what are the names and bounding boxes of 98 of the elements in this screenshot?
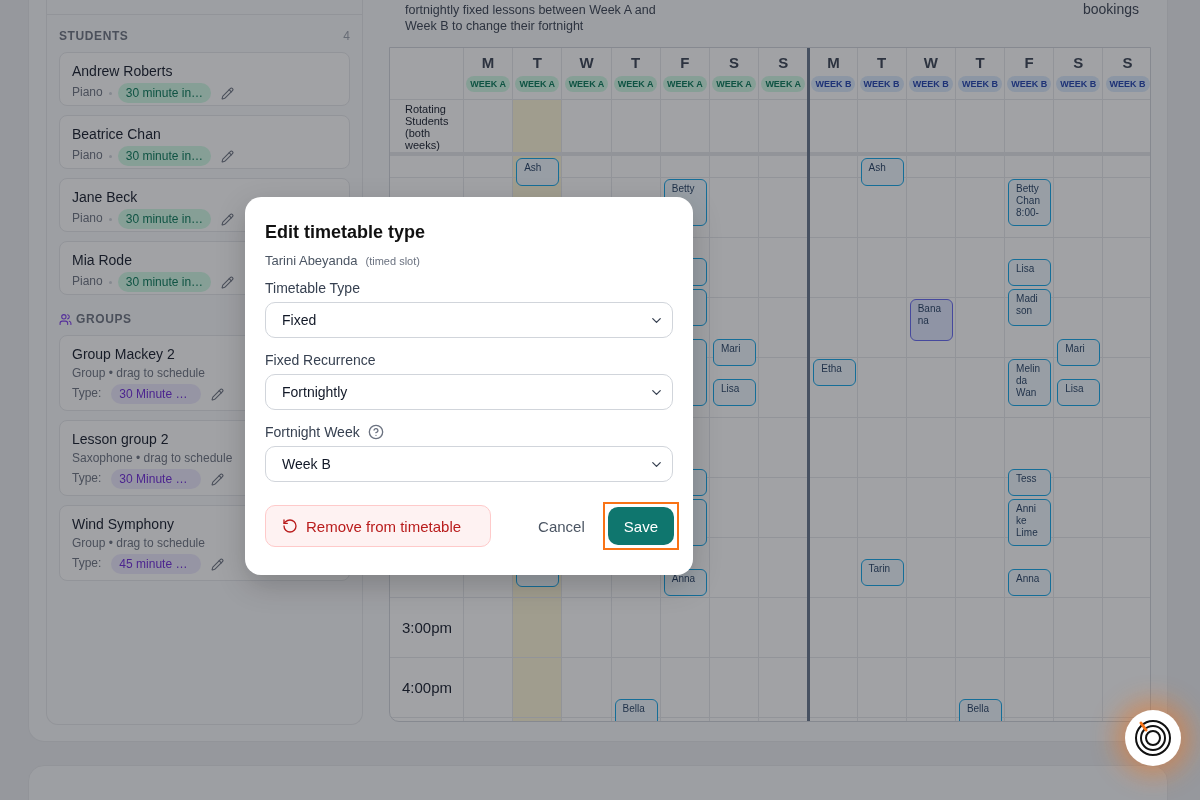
day-letter: T bbox=[532, 54, 542, 72]
week-badge: WEEK A bbox=[564, 76, 609, 92]
type-label: Type: bbox=[72, 470, 102, 487]
lesson-event[interactable]: Tess bbox=[1008, 469, 1052, 496]
lesson-event[interactable]: Ash bbox=[516, 158, 560, 186]
week-badge: WEEK A bbox=[515, 76, 560, 92]
day-letter: W bbox=[923, 54, 938, 72]
week-badge: WEEK B bbox=[908, 76, 953, 92]
week-badge: WEEK A bbox=[761, 76, 806, 92]
undo-icon bbox=[282, 518, 298, 534]
day-letter: M bbox=[827, 54, 840, 72]
lesson-event[interactable]: Bella bbox=[614, 699, 658, 721]
day-letter: S bbox=[1122, 54, 1133, 72]
week-badge: WEEK A bbox=[466, 76, 510, 92]
edit-icon[interactable] bbox=[221, 149, 235, 163]
lesson-event[interactable]: Lisa bbox=[1057, 379, 1101, 406]
lesson-type-pill: 30 minute in… bbox=[117, 209, 212, 229]
cancel-button[interactable]: Cancel bbox=[538, 517, 585, 535]
edit-icon[interactable] bbox=[211, 557, 225, 571]
week-badge: WEEK A bbox=[663, 76, 707, 92]
week-badge: WEEK A bbox=[613, 76, 658, 92]
week-badge: WEEK B bbox=[811, 76, 856, 92]
users-icon bbox=[59, 312, 72, 326]
week-badge: WEEK B bbox=[1056, 76, 1101, 92]
lesson-event[interactable]: Melin da Wan bbox=[1008, 359, 1052, 406]
lesson-type-pill: 45 minute … bbox=[111, 554, 202, 574]
lesson-event[interactable]: Betty Chan 8:00- bbox=[1008, 179, 1052, 226]
instrument-text: Piano bbox=[72, 273, 103, 290]
day-letter: F bbox=[680, 54, 690, 72]
group-subtitle: Group • drag to schedule bbox=[72, 366, 205, 380]
edit-icon[interactable] bbox=[221, 275, 235, 289]
week-badge: WEEK A bbox=[712, 76, 756, 92]
day-letter: S bbox=[729, 54, 740, 72]
save-button[interactable]: Save bbox=[607, 507, 674, 545]
edit-icon[interactable] bbox=[221, 86, 235, 100]
day-letter: W bbox=[579, 54, 594, 72]
group-name: Lesson group 2 bbox=[72, 430, 169, 448]
select-field[interactable]: Week B bbox=[265, 446, 673, 482]
lesson-type-pill: 30 Minute … bbox=[111, 469, 202, 489]
lesson-event[interactable]: Bella bbox=[958, 699, 1002, 721]
type-label: Type: bbox=[72, 555, 102, 572]
group-name: Group Mackey 2 bbox=[72, 345, 175, 363]
day-letter: F bbox=[1024, 54, 1034, 72]
type-label: Type: bbox=[72, 385, 102, 402]
day-letter: T bbox=[877, 54, 887, 72]
student-name: Jane Beck bbox=[72, 188, 138, 206]
assistant-bubble[interactable] bbox=[1125, 710, 1181, 766]
lesson-event[interactable]: Etha bbox=[813, 359, 857, 386]
description-text: fortnightly fixed lessons between Week A and Week B to change their fortnight bbox=[405, 2, 657, 35]
slot-note: (timed slot) bbox=[365, 255, 420, 267]
instrument-text: Piano bbox=[72, 147, 103, 164]
section-title: STUDENTS bbox=[59, 29, 129, 43]
lesson-event[interactable]: Anna bbox=[1008, 569, 1052, 596]
lesson-event[interactable]: Mari bbox=[712, 339, 756, 366]
lesson-type-pill: 30 minute in… bbox=[117, 83, 212, 103]
student-name: Mia Rode bbox=[72, 251, 132, 269]
lesson-event[interactable]: Madi son bbox=[1008, 289, 1052, 326]
day-letter: T bbox=[975, 54, 985, 72]
remove-button[interactable]: Remove from timetable bbox=[265, 505, 491, 547]
instrument-text: Piano bbox=[72, 84, 103, 101]
edit-icon[interactable] bbox=[221, 212, 235, 226]
select-field[interactable]: Fixed bbox=[265, 302, 673, 338]
day-letter: M bbox=[481, 54, 495, 72]
week-badge: WEEK B bbox=[859, 76, 904, 92]
group-subtitle: Saxophone • drag to schedule bbox=[72, 451, 233, 465]
lesson-event[interactable]: Ash bbox=[860, 158, 904, 186]
lesson-type-pill: 30 minute in… bbox=[117, 272, 212, 292]
week-badge: WEEK B bbox=[957, 76, 1002, 92]
week-badge: WEEK B bbox=[1007, 76, 1052, 92]
lesson-event[interactable]: Mari bbox=[1057, 339, 1101, 366]
group-event[interactable]: Bana na bbox=[909, 299, 953, 341]
time-label: 3:00pm bbox=[402, 619, 453, 636]
select-field[interactable]: Fortnightly bbox=[265, 374, 673, 410]
lesson-type-pill: 30 Minute … bbox=[111, 384, 202, 404]
edit-icon[interactable] bbox=[211, 387, 225, 401]
student-name: Beatrice Chan bbox=[72, 125, 161, 143]
section-title: GROUPS bbox=[76, 312, 132, 326]
day-letter: S bbox=[778, 54, 789, 72]
instrument-text: Piano bbox=[72, 210, 103, 227]
day-letter: S bbox=[1073, 54, 1084, 72]
rings-icon bbox=[1133, 718, 1173, 758]
rotating-label: Rotating Students (both weeks) bbox=[405, 103, 450, 151]
help-icon[interactable] bbox=[367, 424, 384, 440]
lesson-event[interactable]: Lisa bbox=[712, 379, 756, 406]
group-name: Wind Symphony bbox=[72, 515, 174, 533]
lesson-event[interactable]: Tarin bbox=[860, 559, 904, 586]
student-card[interactable]: Andrew Roberts Piano 30 minute in… bbox=[59, 52, 350, 106]
lesson-event[interactable]: Anni ke Lime bbox=[1008, 499, 1052, 546]
student-name: Andrew Roberts bbox=[72, 62, 173, 80]
week-badge: WEEK B bbox=[1105, 76, 1150, 92]
group-subtitle: Group • drag to schedule bbox=[72, 536, 205, 550]
day-letter: T bbox=[631, 54, 641, 72]
lesson-type-pill: 30 minute in… bbox=[117, 146, 212, 166]
lesson-event[interactable]: Lisa bbox=[1008, 259, 1052, 286]
bookings-label: bookings bbox=[1082, 1, 1139, 19]
edit-icon[interactable] bbox=[211, 472, 225, 486]
time-label: 4:00pm bbox=[402, 679, 453, 696]
student-card[interactable]: Beatrice Chan Piano 30 minute in… bbox=[59, 115, 350, 169]
